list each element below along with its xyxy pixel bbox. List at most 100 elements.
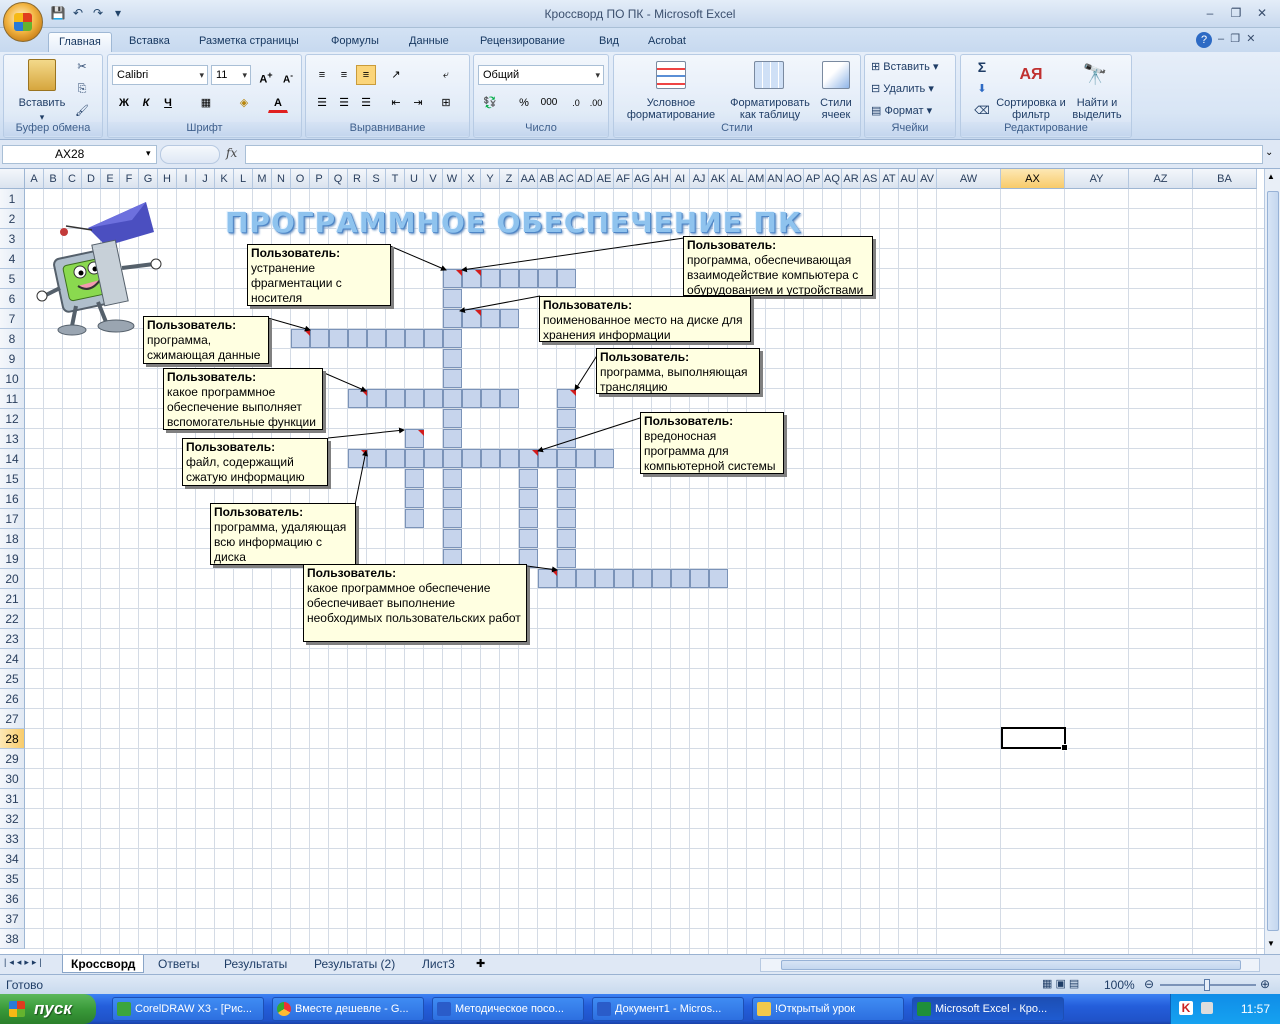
column-header[interactable]: I: [177, 169, 196, 189]
row-header[interactable]: 4: [0, 249, 25, 269]
currency-icon[interactable]: 💱: [480, 93, 500, 113]
align-bottom-icon[interactable]: ≡: [356, 65, 376, 85]
column-header[interactable]: BA: [1193, 169, 1257, 189]
column-header[interactable]: X: [462, 169, 481, 189]
sort-filter-button[interactable]: Сортировка и фильтр: [993, 97, 1069, 121]
column-header[interactable]: Q: [329, 169, 348, 189]
name-box[interactable]: AX28: [2, 145, 157, 164]
column-header[interactable]: G: [139, 169, 158, 189]
zoom-out-icon[interactable]: ⊖: [1144, 977, 1154, 991]
tab-home[interactable]: Главная: [48, 32, 112, 52]
merge-center-icon[interactable]: ⊞: [436, 93, 456, 113]
column-header[interactable]: AK: [709, 169, 728, 189]
taskbar-item[interactable]: CorelDRAW X3 - [Рис...: [112, 997, 264, 1021]
horizontal-scroll-thumb[interactable]: [781, 960, 1241, 970]
row-header[interactable]: 16: [0, 489, 25, 509]
office-button[interactable]: [3, 2, 43, 42]
number-format-combo[interactable]: Общий: [478, 65, 604, 85]
font-color-icon[interactable]: A: [268, 93, 288, 113]
row-header[interactable]: 5: [0, 269, 25, 289]
column-header[interactable]: N: [272, 169, 291, 189]
row-header[interactable]: 23: [0, 629, 25, 649]
sheet-tab[interactable]: Кроссворд: [62, 955, 145, 973]
help-icon[interactable]: ?: [1196, 32, 1212, 48]
vertical-scroll-thumb[interactable]: [1267, 191, 1279, 931]
column-header[interactable]: H: [158, 169, 177, 189]
column-header[interactable]: AE: [595, 169, 614, 189]
percent-button[interactable]: %: [514, 93, 534, 113]
sheet-nav-arrows-icon[interactable]: |◂◂▸▸|: [4, 957, 45, 968]
column-header[interactable]: AN: [766, 169, 785, 189]
row-header[interactable]: 18: [0, 529, 25, 549]
column-header[interactable]: L: [234, 169, 253, 189]
insert-function-icon[interactable]: fx: [226, 146, 237, 160]
conditional-format-button[interactable]: Условное форматирование: [616, 97, 726, 121]
decrease-decimal-icon[interactable]: .00: [586, 93, 606, 113]
row-header[interactable]: 24: [0, 649, 25, 669]
borders-icon[interactable]: ▦: [196, 93, 216, 113]
vertical-scrollbar[interactable]: ▲ ▼: [1264, 169, 1280, 954]
row-header[interactable]: 13: [0, 429, 25, 449]
column-header[interactable]: V: [424, 169, 443, 189]
tab-insert[interactable]: Вставка: [119, 32, 180, 52]
taskbar-item[interactable]: Методическое посо...: [432, 997, 584, 1021]
row-header[interactable]: 1: [0, 189, 25, 209]
row-header[interactable]: 10: [0, 369, 25, 389]
cell-grid[interactable]: [25, 189, 1264, 954]
insert-cells-button[interactable]: ⊞ Вставить ▾: [871, 61, 955, 73]
view-buttons-icon[interactable]: ▦ ▣ ▤: [1042, 977, 1079, 990]
column-header[interactable]: AZ: [1129, 169, 1193, 189]
select-all-button[interactable]: [0, 169, 25, 189]
column-header[interactable]: AL: [728, 169, 747, 189]
copy-icon[interactable]: ⎘: [74, 83, 90, 95]
column-header[interactable]: Z: [500, 169, 519, 189]
column-header[interactable]: M: [253, 169, 272, 189]
taskbar-item[interactable]: Документ1 - Micros...: [592, 997, 744, 1021]
row-header[interactable]: 9: [0, 349, 25, 369]
row-header[interactable]: 31: [0, 789, 25, 809]
taskbar-item[interactable]: Microsoft Excel - Кро...: [912, 997, 1064, 1021]
format-cells-button[interactable]: ▤ Формат ▾: [871, 105, 955, 117]
bold-button[interactable]: Ж: [114, 93, 134, 113]
column-header[interactable]: AR: [842, 169, 861, 189]
increase-indent-icon[interactable]: ⇥: [408, 93, 428, 113]
cell-styles-button[interactable]: Стили ячеек: [814, 97, 858, 121]
wrap-text-icon[interactable]: ⤶: [436, 65, 456, 85]
row-header[interactable]: 38: [0, 929, 25, 949]
name-box-dropdown-icon[interactable]: ▾: [146, 148, 151, 159]
tab-acrobat[interactable]: Acrobat: [638, 32, 696, 52]
sheet-tab[interactable]: Лист3: [414, 955, 463, 973]
column-header[interactable]: E: [101, 169, 120, 189]
ribbon-window-controls[interactable]: – ❐ ✕: [1218, 32, 1255, 45]
delete-cells-button[interactable]: ⊟ Удалить ▾: [871, 83, 955, 95]
column-header[interactable]: AO: [785, 169, 804, 189]
horizontal-scrollbar[interactable]: [760, 958, 1260, 972]
row-header[interactable]: 34: [0, 849, 25, 869]
column-header[interactable]: AG: [633, 169, 652, 189]
row-header[interactable]: 32: [0, 809, 25, 829]
row-header[interactable]: 26: [0, 689, 25, 709]
row-header[interactable]: 21: [0, 589, 25, 609]
orientation-icon[interactable]: ↗: [386, 65, 406, 85]
fill-icon[interactable]: ⬇: [967, 83, 997, 95]
row-header[interactable]: 14: [0, 449, 25, 469]
expand-formula-bar-icon[interactable]: ⌄: [1265, 147, 1273, 158]
paste-button[interactable]: Вставить: [10, 97, 74, 109]
column-header[interactable]: U: [405, 169, 424, 189]
row-header[interactable]: 2: [0, 209, 25, 229]
row-header[interactable]: 3: [0, 229, 25, 249]
taskbar-item[interactable]: !Открытый урок: [752, 997, 904, 1021]
tab-view[interactable]: Вид: [589, 32, 629, 52]
scroll-up-icon[interactable]: ▲: [1267, 172, 1275, 181]
column-header[interactable]: J: [196, 169, 215, 189]
column-header[interactable]: AA: [519, 169, 538, 189]
column-header[interactable]: AB: [538, 169, 557, 189]
column-header[interactable]: AC: [557, 169, 576, 189]
row-header[interactable]: 7: [0, 309, 25, 329]
column-header[interactable]: AH: [652, 169, 671, 189]
row-header[interactable]: 25: [0, 669, 25, 689]
row-header[interactable]: 12: [0, 409, 25, 429]
column-header[interactable]: AU: [899, 169, 918, 189]
tab-review[interactable]: Рецензирование: [470, 32, 575, 52]
column-header[interactable]: A: [25, 169, 44, 189]
